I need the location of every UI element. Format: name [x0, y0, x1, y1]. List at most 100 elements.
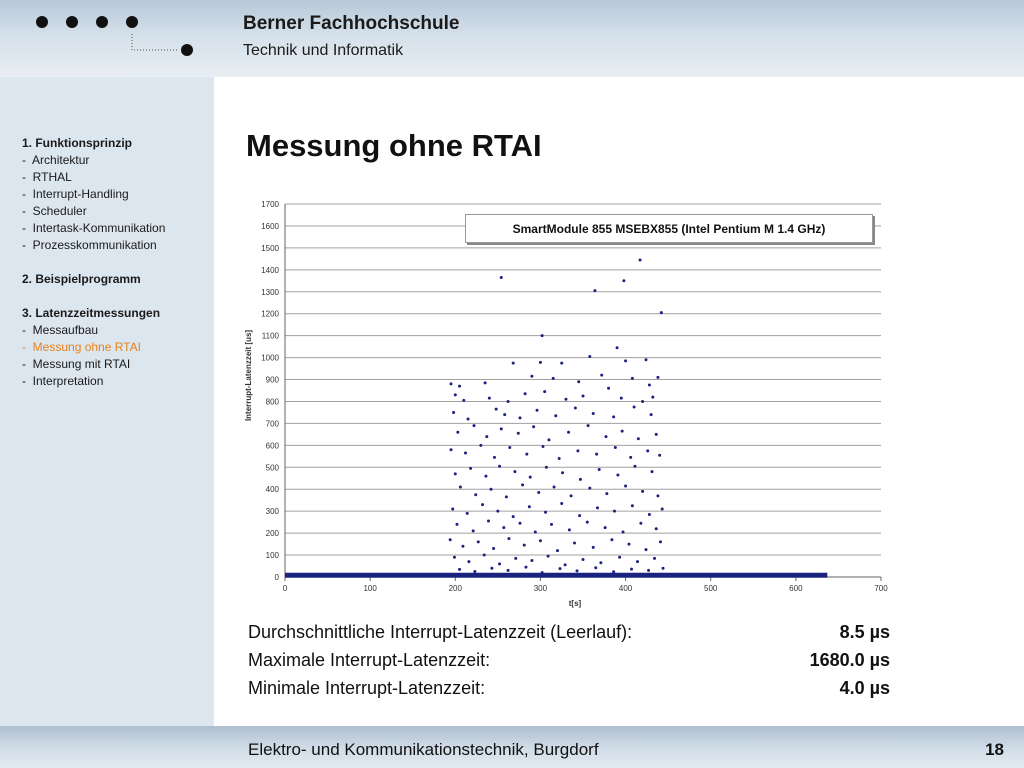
footer-text: Elektro- und Kommunikationstechnik, Burg… — [248, 740, 599, 759]
nav-item[interactable]: - Intertask-Kommunikation — [22, 220, 165, 237]
y-tick-label: 100 — [266, 551, 280, 560]
data-point — [651, 395, 655, 399]
data-point — [659, 311, 663, 315]
data-point — [528, 475, 532, 479]
data-point — [656, 375, 660, 379]
data-point — [653, 556, 657, 560]
nav-section-title[interactable]: 1. Funktionsprinzip — [22, 135, 165, 152]
nav-item[interactable]: - Scheduler — [22, 203, 165, 220]
x-axis-label: t[s] — [569, 599, 582, 608]
data-point — [613, 509, 617, 513]
data-point — [544, 465, 548, 469]
data-point — [622, 279, 626, 283]
data-point — [527, 505, 531, 509]
data-point — [484, 474, 488, 478]
data-point — [499, 427, 503, 431]
data-point — [569, 494, 573, 498]
data-point — [506, 568, 510, 572]
data-point — [581, 557, 585, 561]
y-axis-label: Interrupt-Latenzzeit [us] — [244, 330, 253, 421]
data-point — [513, 470, 517, 474]
data-point — [462, 398, 466, 402]
data-point — [585, 520, 589, 524]
nav-item[interactable]: - Prozesskommunikation — [22, 237, 165, 254]
data-point — [560, 501, 564, 505]
stat-label: Minimale Interrupt-Latenzzeit: — [248, 678, 486, 698]
data-point — [523, 392, 527, 396]
data-point — [629, 455, 633, 459]
scatter-chart: 0100200300400500600700800900100011001200… — [244, 200, 888, 608]
nav-item[interactable]: - Messaufbau — [22, 322, 165, 339]
data-point — [455, 522, 459, 526]
nav-item-dash: - — [22, 170, 33, 184]
y-tick-label: 300 — [266, 507, 280, 516]
nav-item-label: Scheduler — [32, 204, 87, 218]
data-point — [551, 376, 555, 380]
stat-value: 4.0 µs — [839, 678, 890, 698]
nav-item-dash: - — [22, 221, 33, 235]
data-point — [577, 380, 581, 384]
nav-item[interactable]: - Messung ohne RTAI — [22, 339, 165, 356]
data-point — [466, 417, 470, 421]
nav-item[interactable]: - Interpretation — [22, 373, 165, 390]
data-point — [630, 567, 634, 571]
nav-item-label: Messaufbau — [32, 323, 99, 337]
data-point — [650, 470, 654, 474]
data-point — [549, 522, 553, 526]
data-point — [472, 424, 476, 428]
data-point — [465, 511, 469, 515]
y-tick-label: 600 — [266, 441, 280, 450]
data-point — [615, 346, 619, 350]
nav-section-title[interactable]: 2. Beispielprogramm — [22, 271, 165, 288]
y-tick-label: 700 — [266, 419, 280, 428]
data-point — [658, 540, 662, 544]
data-point — [483, 381, 487, 385]
data-point — [594, 566, 598, 570]
data-point — [504, 495, 508, 499]
data-point — [487, 396, 491, 400]
data-point — [632, 405, 636, 409]
data-point — [563, 563, 567, 567]
nav-section-title[interactable]: 3. Latenzzeitmessungen — [22, 305, 165, 322]
sidebar-nav: 1. Funktionsprinzip - Architektur - RTHAL -… — [22, 135, 165, 390]
data-point — [453, 472, 457, 476]
nav-item[interactable]: - Architektur — [22, 152, 165, 169]
data-point — [616, 473, 620, 477]
nav-item[interactable]: - Interrupt-Handling — [22, 186, 165, 203]
data-point — [485, 435, 489, 439]
stat-label: Maximale Interrupt-Latenzzeit: — [248, 650, 491, 670]
data-point — [641, 489, 645, 493]
data-point — [604, 435, 608, 439]
nav-item-label: Architektur — [32, 153, 90, 167]
x-tick-label: 500 — [704, 584, 718, 593]
data-point — [498, 562, 502, 566]
data-point — [499, 276, 503, 280]
data-point — [540, 334, 544, 338]
data-point — [578, 477, 582, 481]
data-point — [613, 446, 617, 450]
stat-value: 8.5 µs — [839, 622, 890, 642]
data-point — [624, 484, 628, 488]
data-point — [660, 507, 664, 511]
stats-table: Durchschnittliche Interrupt-Latenzzeit (… — [248, 618, 890, 702]
data-point — [546, 554, 550, 558]
x-tick-label: 600 — [789, 584, 803, 593]
nav-item[interactable]: - RTHAL — [22, 169, 165, 186]
y-tick-label: 1500 — [261, 244, 279, 253]
nav-item-dash: - — [22, 340, 33, 354]
data-point — [552, 485, 556, 489]
data-point — [572, 541, 576, 545]
data-point — [453, 393, 457, 397]
nav-item[interactable]: - Messung mit RTAI — [22, 356, 165, 373]
nav-item-label: Messung ohne RTAI — [32, 340, 141, 354]
data-point — [496, 509, 500, 513]
nav-item-label: Interrupt-Handling — [32, 187, 129, 201]
data-point — [502, 526, 506, 530]
data-point — [641, 399, 645, 403]
x-tick-label: 100 — [363, 584, 377, 593]
data-point — [533, 530, 537, 534]
stat-value: 1680.0 µs — [809, 650, 890, 670]
data-point — [458, 485, 462, 489]
data-point — [654, 432, 658, 436]
sidebar: 1. Funktionsprinzip - Architektur - RTHAL -… — [0, 77, 214, 726]
